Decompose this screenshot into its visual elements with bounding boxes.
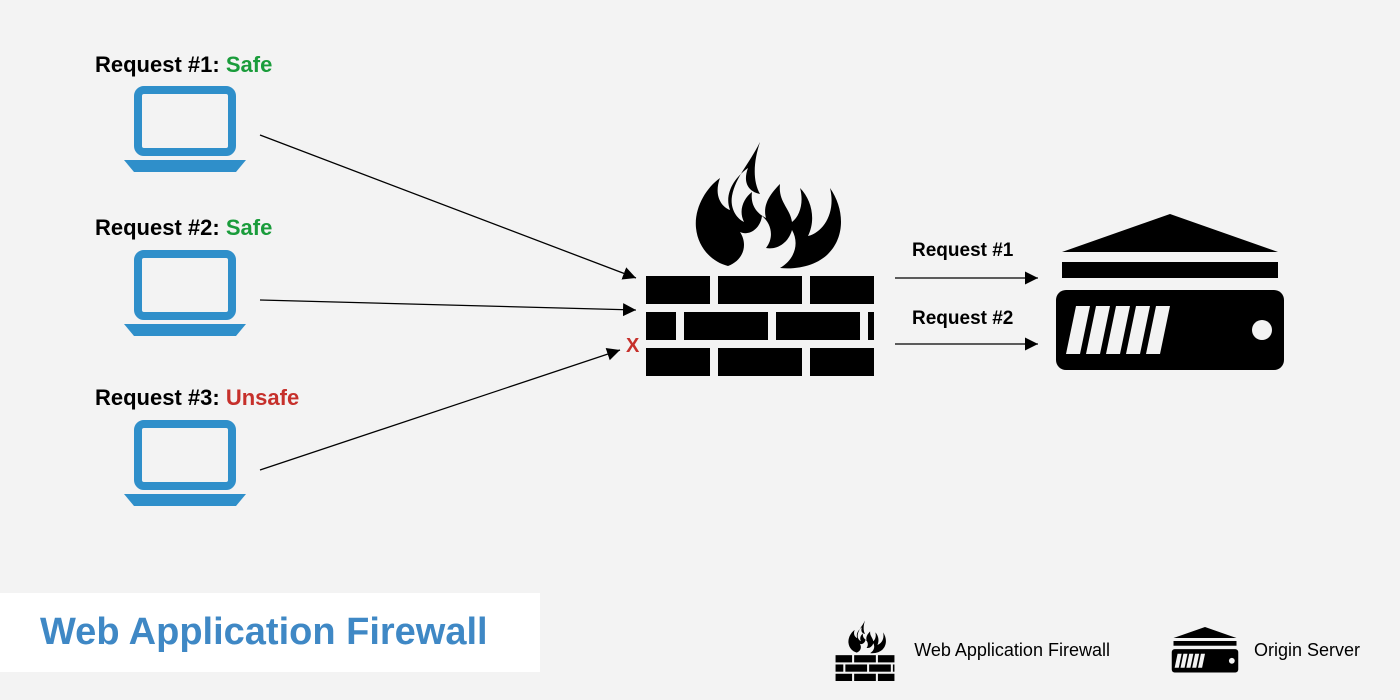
server-icon xyxy=(1170,620,1240,680)
legend-server: Origin Server xyxy=(1170,620,1360,680)
diagram-canvas: Request #1: Safe Request #2: Safe Reques… xyxy=(0,0,1400,700)
legend-firewall: Web Application Firewall xyxy=(830,620,1110,680)
firewall-icon xyxy=(830,620,900,680)
diagram-title-bar: Web Application Firewall xyxy=(0,593,540,672)
legend: Web Application Firewall xyxy=(830,620,1360,680)
legend-firewall-label: Web Application Firewall xyxy=(914,640,1110,661)
server-icon xyxy=(1050,208,1290,378)
legend-server-label: Origin Server xyxy=(1254,640,1360,661)
diagram-title: Web Application Firewall xyxy=(40,611,500,654)
